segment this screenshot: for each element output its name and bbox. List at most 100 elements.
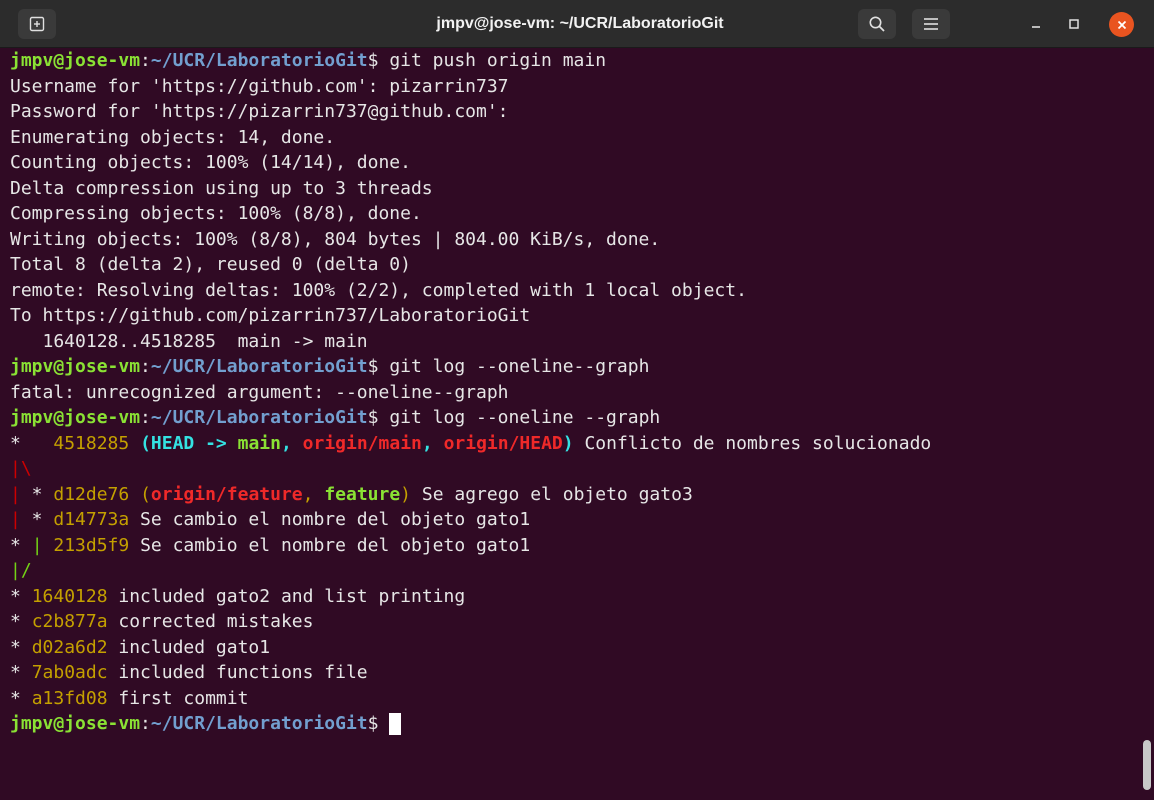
- maximize-icon: [1069, 19, 1079, 29]
- minimize-button[interactable]: [1022, 12, 1050, 36]
- terminal-line: jmpv@jose-vm:~/UCR/LaboratorioGit$: [10, 711, 1140, 737]
- output-text: *: [10, 585, 32, 607]
- terminal-line: Counting objects: 100% (14/14), done.: [10, 150, 1140, 176]
- output-text: first commit: [107, 687, 249, 709]
- graph-branch-line: |: [31, 534, 43, 556]
- terminal-line: Writing objects: 100% (8/8), 804 bytes |…: [10, 227, 1140, 253]
- terminal-output[interactable]: jmpv@jose-vm:~/UCR/LaboratorioGit$ git p…: [10, 48, 1140, 800]
- output-text: remote: Resolving deltas: 100% (2/2), co…: [10, 279, 747, 301]
- terminal-line: | * d14773a Se cambio el nombre del obje…: [10, 507, 1140, 533]
- minimize-icon: [1032, 26, 1040, 28]
- close-button[interactable]: [1109, 12, 1134, 37]
- commit-hash: d14773a: [53, 509, 130, 530]
- output-text: 1640128..4518285 main -> main: [10, 330, 368, 352]
- prompt-user: jmpv@jose-vm: [10, 713, 141, 734]
- maximize-button[interactable]: [1060, 12, 1088, 36]
- terminal-line: Total 8 (delta 2), reused 0 (delta 0): [10, 252, 1140, 278]
- output-text: Delta compression using up to 3 threads: [10, 177, 433, 199]
- output-text: Se cambio el nombre del objeto gato1: [129, 534, 531, 556]
- search-icon: [869, 16, 885, 32]
- terminal-line: * a13fd08 first commit: [10, 686, 1140, 712]
- commit-hash: 7ab0adc: [31, 662, 108, 683]
- ref-decoration: (: [140, 432, 151, 454]
- title-bar: jmpv@jose-vm: ~/UCR/LaboratorioGit: [0, 0, 1154, 48]
- output-text: Username for 'https://github.com': pizar…: [10, 75, 509, 97]
- prompt-user: jmpv@jose-vm: [10, 407, 141, 428]
- output-text: Compressing objects: 100% (8/8), done.: [10, 203, 422, 224]
- output-text: Writing objects: 100% (8/8), 804 bytes |…: [10, 228, 661, 250]
- scrollbar[interactable]: [1143, 740, 1151, 790]
- terminal-line: * 7ab0adc included functions file: [10, 660, 1140, 686]
- output-text: Enumerating objects: 14, done.: [10, 126, 336, 148]
- output-text: *: [10, 662, 32, 683]
- terminal-line: |/: [10, 558, 1140, 584]
- prompt-user: jmpv@jose-vm: [10, 50, 141, 71]
- graph-branch-line: |: [10, 483, 21, 505]
- prompt-user: jmpv@jose-vm: [10, 356, 141, 377]
- output-text: :: [140, 713, 151, 734]
- output-text: $ git log --oneline--graph: [367, 356, 650, 377]
- new-tab-button[interactable]: [18, 9, 56, 39]
- graph-branch-line: |\: [10, 458, 32, 479]
- output-text: *: [10, 636, 32, 658]
- terminal-line: jmpv@jose-vm:~/UCR/LaboratorioGit$ git p…: [10, 48, 1140, 74]
- output-text: :: [140, 50, 151, 71]
- output-text: Counting objects: 100% (14/14), done.: [10, 152, 411, 173]
- terminal-line: Compressing objects: 100% (8/8), done.: [10, 201, 1140, 227]
- remote-branch: origin/feature: [150, 483, 303, 505]
- search-button[interactable]: [858, 9, 896, 39]
- output-text: Conflicto de nombres solucionado: [573, 432, 932, 454]
- output-text: corrected mistakes: [107, 611, 314, 632]
- menu-button[interactable]: [912, 9, 950, 39]
- commit-hash: d02a6d2: [31, 636, 108, 658]
- graph-branch-line: |/: [10, 560, 32, 581]
- prompt-path: ~/UCR/LaboratorioGit: [150, 407, 368, 428]
- prompt-path: ~/UCR/LaboratorioGit: [150, 356, 368, 377]
- terminal-line: Enumerating objects: 14, done.: [10, 125, 1140, 151]
- output-text: Se cambio el nombre del objeto gato1: [129, 509, 531, 530]
- terminal-line: Delta compression using up to 3 threads: [10, 176, 1140, 202]
- terminal-line: remote: Resolving deltas: 100% (2/2), co…: [10, 278, 1140, 304]
- commit-hash: d12de76: [53, 483, 130, 505]
- terminal-line: | * d12de76 (origin/feature, feature) Se…: [10, 482, 1140, 508]
- terminal-line: fatal: unrecognized argument: --oneline-…: [10, 380, 1140, 406]
- output-text: *: [20, 509, 54, 530]
- terminal-line: * d02a6d2 included gato1: [10, 635, 1140, 661]
- output-text: fatal: unrecognized argument: --oneline-…: [10, 381, 509, 403]
- terminal-line: * 1640128 included gato2 and list printi…: [10, 584, 1140, 610]
- prompt-path: ~/UCR/LaboratorioGit: [150, 50, 368, 71]
- terminal-line: jmpv@jose-vm:~/UCR/LaboratorioGit$ git l…: [10, 405, 1140, 431]
- output-text: *: [10, 534, 32, 556]
- terminal-line: Password for 'https://pizarrin737@github…: [10, 99, 1140, 125]
- commit-hash: 213d5f9: [53, 534, 130, 556]
- commit-hash: ,: [302, 483, 325, 505]
- output-text: *: [10, 611, 32, 632]
- terminal-line: * 4518285 (HEAD -> main, origin/main, or…: [10, 431, 1140, 457]
- hamburger-menu-icon: [924, 18, 938, 30]
- graph-branch-line: |: [10, 509, 21, 530]
- commit-hash: ): [400, 483, 412, 505]
- new-tab-icon: [29, 16, 45, 32]
- commit-hash: 1640128: [31, 585, 108, 607]
- terminal-window: jmpv@jose-vm: ~/UCR/LaboratorioGit jmpv@…: [0, 0, 1154, 800]
- terminal-line: * | 213d5f9 Se cambio el nombre del obje…: [10, 533, 1140, 559]
- ref-decoration: ,: [421, 432, 444, 454]
- output-text: $: [367, 713, 390, 734]
- terminal-line: jmpv@jose-vm:~/UCR/LaboratorioGit$ git l…: [10, 354, 1140, 380]
- output-text: $ git push origin main: [367, 50, 607, 71]
- output-text: included gato2 and list printing: [107, 585, 466, 607]
- output-text: To https://github.com/pizarrin737/Labora…: [10, 305, 531, 326]
- commit-hash: c2b877a: [31, 611, 108, 632]
- terminal-line: 1640128..4518285 main -> main: [10, 329, 1140, 355]
- output-text: :: [140, 407, 151, 428]
- window-title: jmpv@jose-vm: ~/UCR/LaboratorioGit: [436, 15, 724, 32]
- output-text: *: [10, 432, 54, 454]
- close-icon: [1117, 20, 1126, 29]
- output-text: Se agrego el objeto gato3: [411, 483, 693, 505]
- ref-decoration: HEAD ->: [150, 432, 238, 454]
- output-text: *: [20, 483, 54, 505]
- output-text: Password for 'https://pizarrin737@github…: [10, 101, 509, 122]
- prompt-path: ~/UCR/LaboratorioGit: [150, 713, 368, 734]
- terminal-line: To https://github.com/pizarrin737/Labora…: [10, 303, 1140, 329]
